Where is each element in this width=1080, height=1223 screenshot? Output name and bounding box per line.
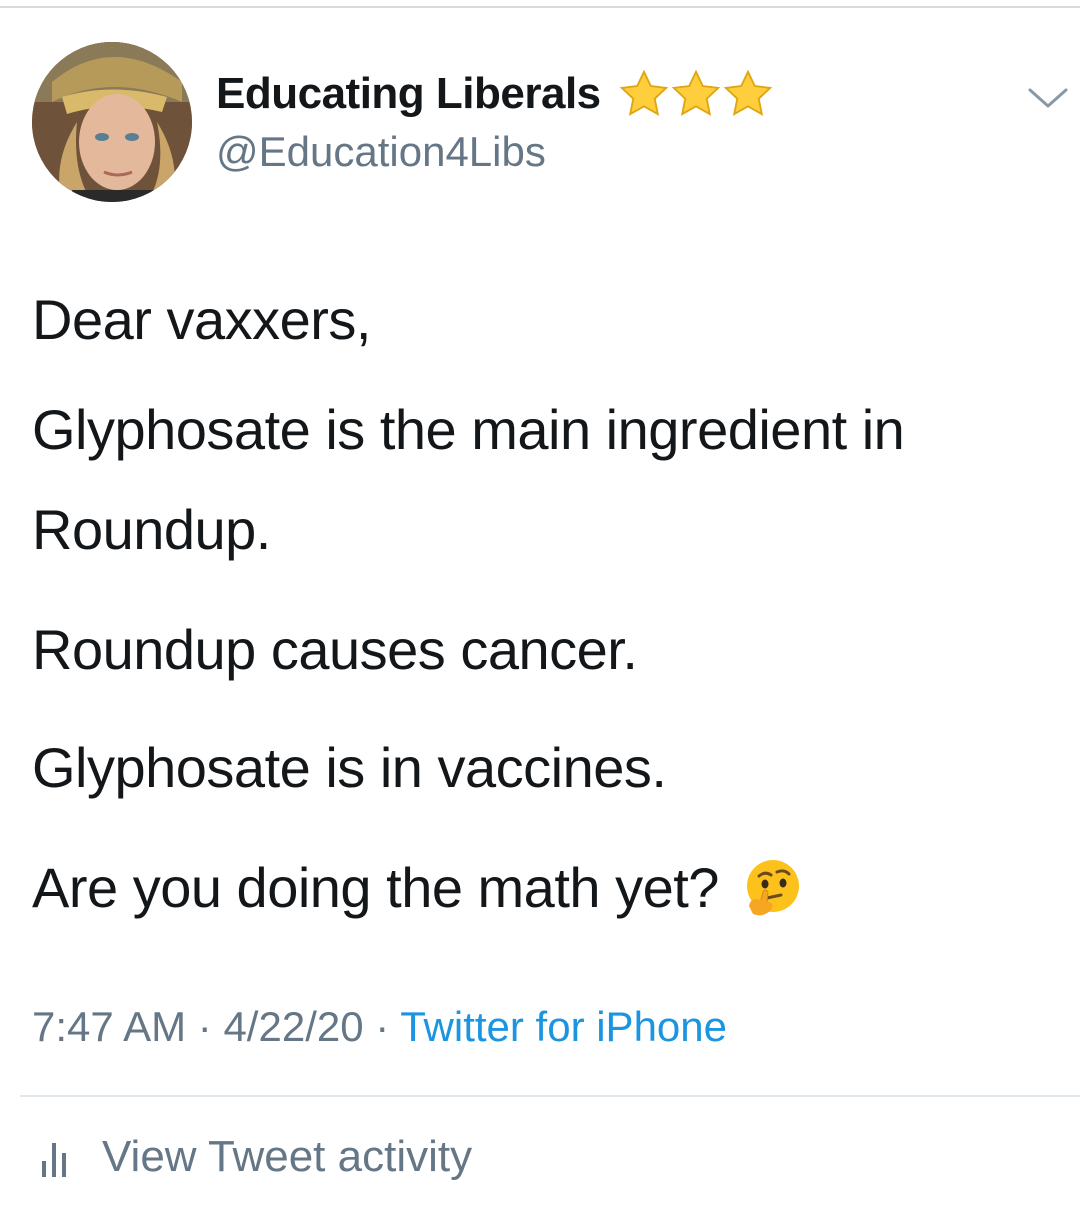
chevron-down-icon[interactable] xyxy=(1026,82,1070,112)
tweet-source-link[interactable]: Twitter for iPhone xyxy=(400,1003,727,1050)
star-icon xyxy=(671,69,720,116)
tweet-paragraph: Are you doing the math yet? xyxy=(32,856,719,919)
tweet-paragraph: Roundup causes cancer. xyxy=(32,618,638,681)
view-tweet-activity-label: View Tweet activity xyxy=(102,1132,473,1181)
star-badges xyxy=(615,66,772,122)
tweet-paragraph: Glyphosate is in vaccines. xyxy=(32,736,667,799)
tweet-last-line: Are you doing the math yet? xyxy=(32,838,805,938)
view-tweet-activity-button[interactable]: View Tweet activity xyxy=(40,1132,472,1182)
tweet-meta: 7:47 AM · 4/22/20 · Twitter for iPhone xyxy=(32,1003,727,1051)
bar-chart-icon xyxy=(42,1143,66,1177)
tweet-paragraph: Glyphosate is the main ingredient in Rou… xyxy=(32,398,905,561)
tweet-date[interactable]: 4/22/20 xyxy=(223,1003,363,1050)
display-name[interactable]: Educating Liberals xyxy=(216,69,601,119)
tweet-paragraph: Dear vaxxers, xyxy=(32,288,371,351)
meta-separator: · xyxy=(197,1003,212,1050)
avatar[interactable] xyxy=(32,42,192,202)
tweet-time[interactable]: 7:47 AM xyxy=(32,1003,186,1050)
user-handle[interactable]: @Education4Libs xyxy=(216,128,771,176)
star-icon xyxy=(723,69,772,116)
avatar-photo xyxy=(32,42,192,202)
tweet-header: Educating Liberals @Education4Libs xyxy=(30,42,1070,212)
meta-separator: · xyxy=(375,1003,390,1050)
thinking-face-icon xyxy=(746,860,799,916)
footer-divider xyxy=(20,1095,1080,1097)
top-divider xyxy=(0,6,1080,8)
star-icon xyxy=(619,69,668,116)
